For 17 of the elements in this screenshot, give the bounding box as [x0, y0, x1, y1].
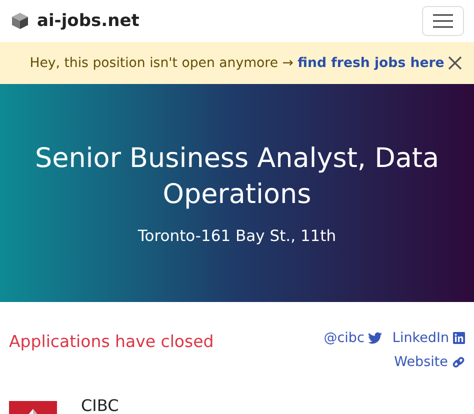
jobs-link[interactable]: find fresh jobs here: [298, 56, 444, 70]
linkedin-icon: [453, 332, 465, 344]
closed-status: Applications have closed: [9, 332, 214, 353]
twitter-link[interactable]: @cibc: [324, 330, 382, 346]
close-icon[interactable]: [448, 56, 462, 70]
linkedin-link[interactable]: LinkedIn: [392, 330, 465, 346]
site-name[interactable]: ai-jobs.net: [37, 11, 140, 31]
link-icon: [452, 356, 465, 368]
menu-icon: [433, 14, 453, 28]
bird-icon: [368, 332, 382, 344]
cube-logo-icon: [10, 11, 30, 31]
job-title: Senior Business Analyst, Data Operations: [34, 142, 440, 212]
website-link[interactable]: Website: [394, 354, 465, 370]
menu-button[interactable]: [422, 6, 464, 36]
job-location: Toronto-161 Bay St., 11th: [138, 227, 336, 245]
company-name: CIBC: [81, 396, 119, 414]
notice-text: Hey, this position isn't open anymore →: [30, 56, 294, 70]
